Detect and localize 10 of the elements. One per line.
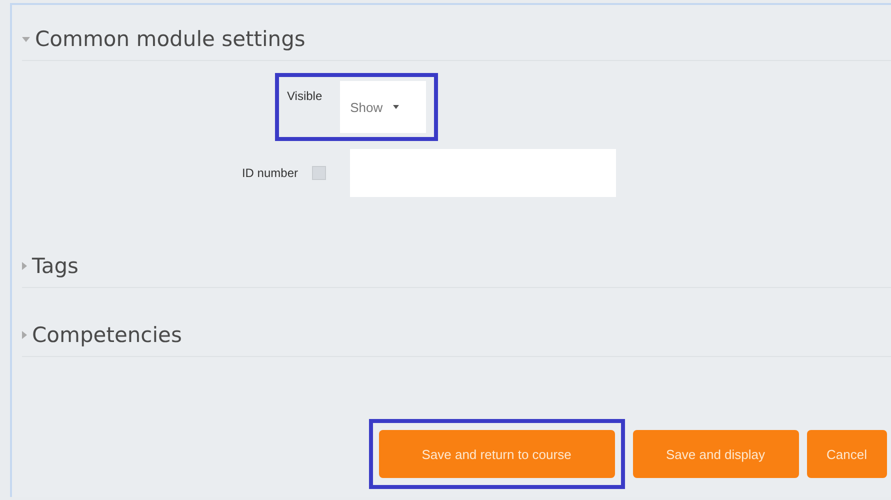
field-label: Visible (287, 89, 322, 103)
section-title[interactable]: Tags (32, 254, 78, 278)
help-icon[interactable] (312, 166, 326, 180)
caret-right-icon[interactable] (22, 262, 27, 270)
field-label: ID number (242, 166, 298, 180)
section-title[interactable]: Competencies (32, 323, 182, 347)
caret-right-icon[interactable] (22, 331, 27, 339)
visibility-select[interactable]: Show (340, 81, 426, 133)
section-title[interactable]: Common module settings (35, 27, 306, 51)
caret-down-icon[interactable] (22, 36, 30, 42)
